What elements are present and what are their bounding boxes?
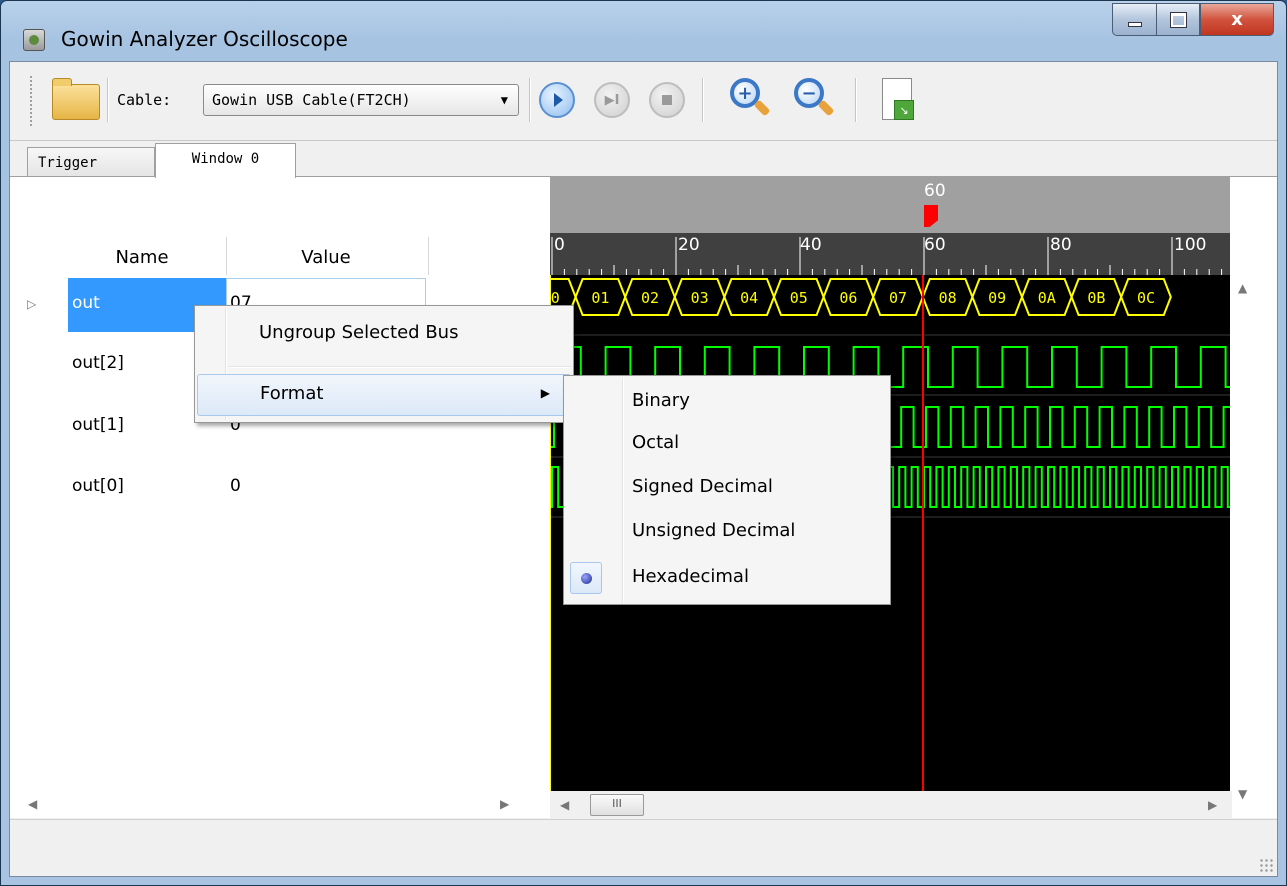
ruler-ticks xyxy=(551,237,1223,275)
ruler-tick-label: 20 xyxy=(678,235,700,255)
toolbar-separator xyxy=(855,78,857,122)
menu-item-label: Format xyxy=(260,383,324,404)
scroll-up-icon[interactable]: ▲ xyxy=(1238,281,1247,295)
radio-dot-icon xyxy=(581,573,592,584)
close-icon: x xyxy=(1231,9,1243,30)
menu-item-label: Octal xyxy=(632,432,680,453)
scroll-right-icon[interactable]: ▶ xyxy=(500,797,509,811)
close-button[interactable]: x xyxy=(1200,3,1274,36)
menu-item-label: Signed Decimal xyxy=(632,476,773,497)
bus-value-label: 04 xyxy=(740,289,758,307)
bus-value-label: 08 xyxy=(939,289,957,307)
step-button[interactable]: ▶I xyxy=(594,82,630,118)
tab-trigger[interactable]: Trigger xyxy=(27,147,155,177)
menu-item-label: Ungroup Selected Bus xyxy=(259,322,459,343)
scroll-right-icon[interactable]: ▶ xyxy=(1208,798,1217,812)
zoom-out-button[interactable]: − xyxy=(794,78,835,122)
signal-name: out[0] xyxy=(72,476,124,496)
bus-value-label: 07 xyxy=(889,289,907,307)
menu-separator xyxy=(229,366,571,368)
menu-item-signed-decimal[interactable]: Signed Decimal xyxy=(566,472,888,506)
context-menu: Ungroup Selected Bus Format ▶ xyxy=(194,305,574,423)
bus-value-label: 0A xyxy=(1038,289,1056,307)
column-header-name[interactable]: Name xyxy=(58,237,226,277)
toolbar-separator xyxy=(107,78,109,122)
stop-icon xyxy=(662,95,672,105)
toolbar: Cable: Gowin USB Cable(FT2CH) ▼ ▶I + − ↘ xyxy=(10,62,1277,141)
radio-check xyxy=(570,562,602,594)
menu-item-octal[interactable]: Octal xyxy=(566,428,888,462)
signal-row-out-0[interactable]: out[0] 0 xyxy=(10,460,540,516)
toolbar-grip[interactable] xyxy=(30,76,35,126)
menu-item-unsigned-decimal[interactable]: Unsigned Decimal xyxy=(566,516,888,550)
vertical-scrollbar[interactable]: ▲ ▼ xyxy=(1232,277,1256,807)
open-folder-icon[interactable] xyxy=(52,78,100,120)
menu-item-format[interactable]: Format ▶ xyxy=(197,374,571,416)
cable-label: Cable: xyxy=(117,91,172,109)
expand-arrow-icon[interactable]: ▷ xyxy=(27,297,36,311)
window-controls: x xyxy=(1112,3,1274,36)
ruler-tick-label: 80 xyxy=(1050,235,1072,255)
maximize-icon xyxy=(1169,11,1187,28)
ruler-tick-label: 40 xyxy=(800,235,822,255)
scroll-down-icon[interactable]: ▼ xyxy=(1238,787,1247,801)
toolbar-separator xyxy=(529,78,531,122)
minimize-button[interactable] xyxy=(1112,3,1156,36)
ruler-tick-label: 0 xyxy=(554,235,565,255)
submenu-arrow-icon: ▶ xyxy=(540,386,550,400)
cable-select-value: Gowin USB Cable(FT2CH) xyxy=(212,91,411,109)
run-icon xyxy=(554,93,563,107)
chevron-down-icon: ▼ xyxy=(500,93,508,107)
scroll-thumb[interactable]: III xyxy=(590,794,644,816)
signal-name: out[1] xyxy=(72,415,124,435)
horizontal-scrollbar[interactable]: ◀ ▶ xyxy=(10,791,520,819)
time-ruler[interactable]: 0 20 40 60 80 100 60 xyxy=(550,177,1230,275)
maximize-button[interactable] xyxy=(1156,3,1200,36)
toolbar-separator xyxy=(702,78,704,122)
bus-value-label: 09 xyxy=(988,289,1006,307)
signal-list: Name Value ▷ out 07 out[2] out[1] 0 out[… xyxy=(10,177,540,818)
bus-value-label: 02 xyxy=(641,289,659,307)
signal-name: out[2] xyxy=(72,353,124,373)
step-icon: ▶I xyxy=(604,92,620,108)
cursor-position-label: 60 xyxy=(924,181,946,201)
oscilloscope-app-icon xyxy=(23,29,45,51)
scroll-left-icon[interactable]: ◀ xyxy=(28,797,37,811)
title-bar[interactable]: Gowin Analyzer Oscilloscope x xyxy=(1,1,1286,61)
bus-value-label: 0B xyxy=(1087,289,1105,307)
zoom-in-button[interactable]: + xyxy=(730,78,771,122)
column-header-value[interactable]: Value xyxy=(226,237,426,277)
export-arrow-icon: ↘ xyxy=(894,100,914,120)
bus-value-label: 05 xyxy=(790,289,808,307)
resize-grip-icon[interactable] xyxy=(1259,858,1273,872)
bus-value-label: 06 xyxy=(839,289,857,307)
menu-item-hexadecimal[interactable]: Hexadecimal xyxy=(566,560,888,598)
run-button[interactable] xyxy=(539,82,575,118)
waveform-horizontal-scrollbar[interactable]: ◀ III ▶ xyxy=(550,791,1232,819)
status-bar xyxy=(10,819,1277,876)
menu-item-ungroup-selected-bus[interactable]: Ungroup Selected Bus xyxy=(197,316,571,356)
zoom-handle xyxy=(753,99,771,117)
bus-value-label: 03 xyxy=(691,289,709,307)
menu-item-label: Binary xyxy=(632,390,690,411)
signal-name: out xyxy=(72,293,100,313)
ruler-tick-label: 60 xyxy=(924,235,946,255)
cable-select[interactable]: Gowin USB Cable(FT2CH) ▼ xyxy=(203,84,519,116)
bus-value-label: 0C xyxy=(1137,289,1155,307)
menu-item-binary[interactable]: Binary xyxy=(566,386,888,420)
menu-item-label: Unsigned Decimal xyxy=(632,520,796,541)
signal-value: 0 xyxy=(230,476,241,496)
zoom-handle xyxy=(817,99,835,117)
minimize-icon xyxy=(1127,22,1142,27)
menu-item-label: Hexadecimal xyxy=(632,566,749,587)
export-button[interactable]: ↘ xyxy=(878,76,914,122)
window-title: Gowin Analyzer Oscilloscope xyxy=(61,27,348,51)
column-divider[interactable] xyxy=(428,237,429,275)
stop-button[interactable] xyxy=(649,82,685,118)
tab-window-0[interactable]: Window 0 xyxy=(155,143,296,178)
bus-value-label: 01 xyxy=(591,289,609,307)
scroll-left-icon[interactable]: ◀ xyxy=(560,798,569,812)
format-submenu: Binary Octal Signed Decimal Unsigned Dec… xyxy=(563,375,891,605)
ruler-tick-label: 100 xyxy=(1174,235,1207,255)
